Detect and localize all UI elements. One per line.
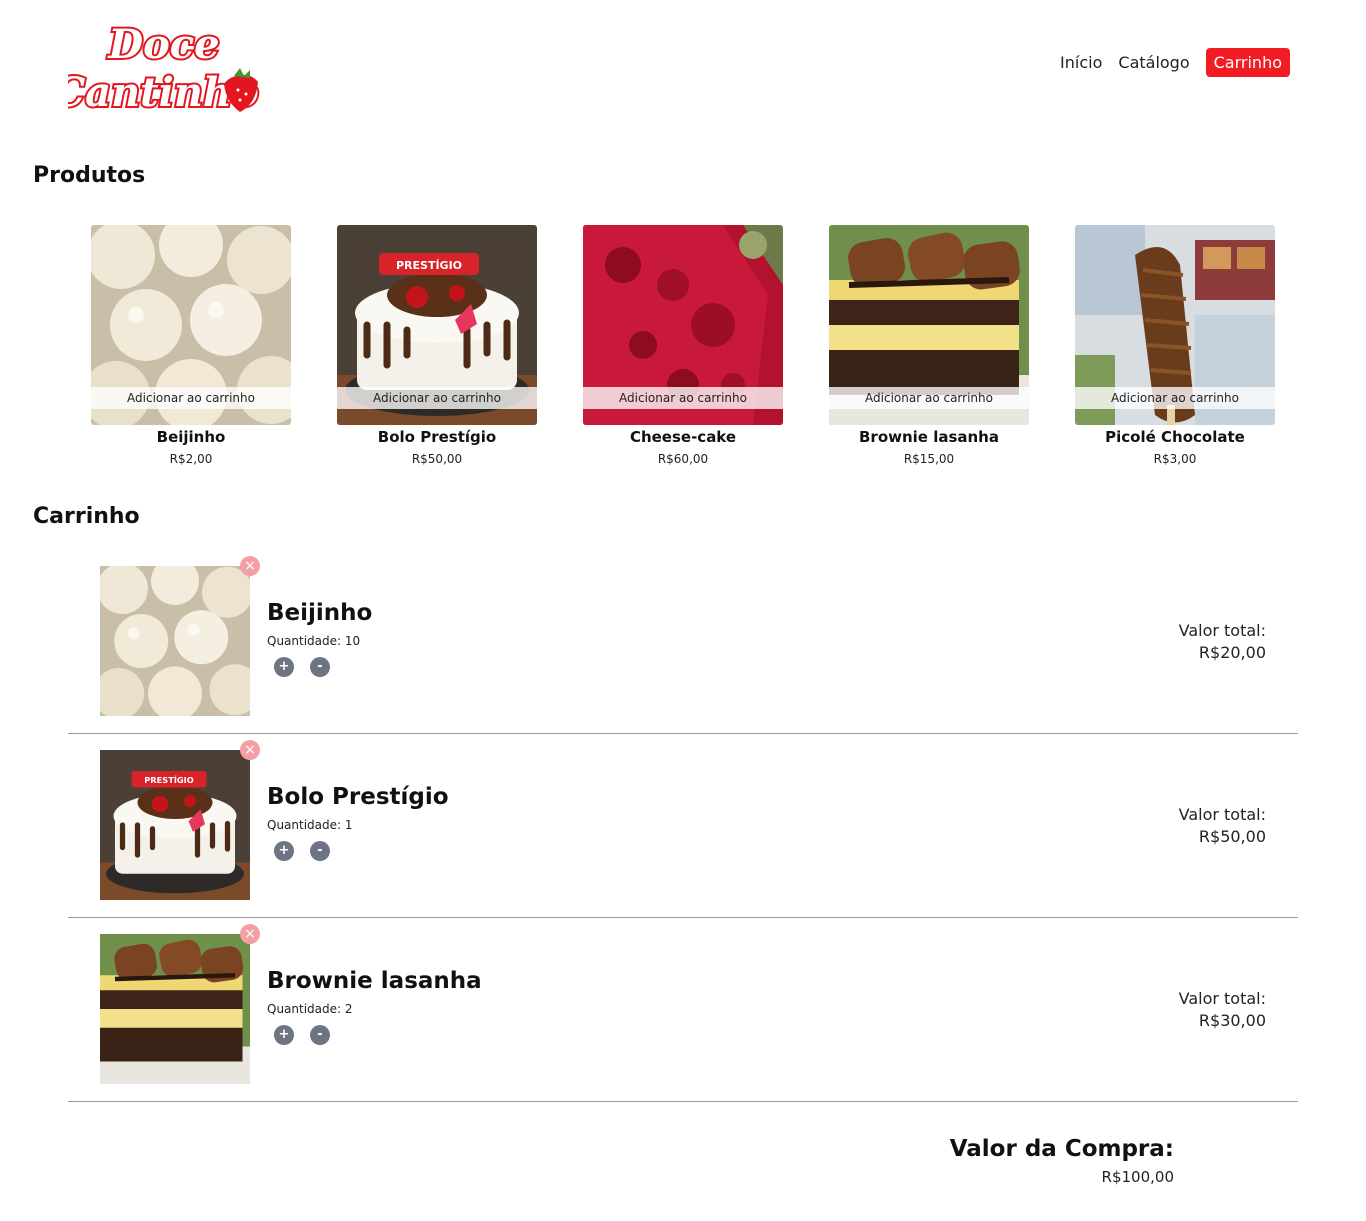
total-label: Valor total: (1178, 621, 1266, 640)
decrease-quantity-button[interactable]: - (310, 841, 330, 861)
cart-item-quantity: Quantidade: 10 (267, 634, 361, 648)
total-value: R$50,00 (1198, 827, 1266, 846)
total-value: R$30,00 (1198, 1011, 1266, 1030)
increase-quantity-button[interactable]: + (274, 841, 294, 861)
cart-item-image (100, 934, 250, 1084)
add-to-cart-button[interactable]: Adicionar ao carrinho (829, 387, 1029, 409)
cart-item-total: Valor total: R$50,00 (1179, 804, 1266, 848)
add-to-cart-button[interactable]: Adicionar ao carrinho (337, 387, 537, 409)
product-price: R$3,00 (1153, 452, 1197, 466)
total-label: Valor total: (1178, 989, 1266, 1008)
brand-logo[interactable]: Doce Cantinho (68, 14, 268, 118)
cart-item-name: Beijinho (267, 600, 373, 626)
product-card: Adicionar ao carrinho Cheese-cake R$60,0… (583, 225, 783, 466)
increase-quantity-button[interactable]: + (274, 657, 294, 677)
cart-item-total: Valor total: R$20,00 (1179, 620, 1266, 664)
product-price: R$2,00 (169, 452, 213, 466)
cart-item-name: Brownie lasanha (267, 968, 482, 994)
cart-item: × Bolo Prestígio Quantidade: 1 + - Valor… (68, 734, 1298, 918)
nav-carrinho[interactable]: Carrinho (1205, 48, 1290, 77)
total-label: Valor total: (1178, 805, 1266, 824)
product-grid: Adicionar ao carrinho Beijinho R$2,00 Ad… (91, 225, 1275, 466)
product-name: Cheese-cake (629, 428, 737, 446)
add-to-cart-button[interactable]: Adicionar ao carrinho (1075, 387, 1275, 409)
increase-quantity-button[interactable]: + (274, 1025, 294, 1045)
nav-inicio[interactable]: Início (1060, 53, 1102, 72)
cart-item-quantity: Quantidade: 1 (267, 818, 353, 832)
cart-item-name: Bolo Prestígio (267, 784, 449, 810)
product-image: Adicionar ao carrinho (91, 225, 291, 425)
nav-catalogo[interactable]: Catálogo (1118, 53, 1189, 72)
product-card: Adicionar ao carrinho Picolé Chocolate R… (1075, 225, 1275, 466)
purchase-total-label: Valor da Compra: (949, 1136, 1174, 1162)
product-name: Bolo Prestígio (377, 428, 497, 446)
purchase-total-value: R$100,00 (1101, 1168, 1174, 1186)
main-nav: Início Catálogo Carrinho (1060, 48, 1290, 77)
remove-item-icon[interactable]: × (240, 740, 260, 760)
cart-item-total: Valor total: R$30,00 (1179, 988, 1266, 1032)
purchase-summary: Valor da Compra: R$100,00 (950, 1136, 1174, 1186)
cart-item-image (100, 750, 250, 900)
product-image: Adicionar ao carrinho (583, 225, 783, 425)
remove-item-icon[interactable]: × (240, 924, 260, 944)
cart-item-quantity: Quantidade: 2 (267, 1002, 353, 1016)
product-price: R$15,00 (903, 452, 955, 466)
decrease-quantity-button[interactable]: - (310, 657, 330, 677)
product-card: Adicionar ao carrinho Brownie lasanha R$… (829, 225, 1029, 466)
product-name: Picolé Chocolate (1105, 428, 1245, 446)
logo-line1: Doce (107, 21, 219, 68)
add-to-cart-button[interactable]: Adicionar ao carrinho (91, 387, 291, 409)
product-card: Adicionar ao carrinho Bolo Prestígio R$5… (337, 225, 537, 466)
cart-heading: Carrinho (33, 504, 140, 529)
cart-item-image (100, 566, 250, 716)
product-name: Beijinho (156, 428, 226, 446)
remove-item-icon[interactable]: × (240, 556, 260, 576)
decrease-quantity-button[interactable]: - (310, 1025, 330, 1045)
product-name: Brownie lasanha (858, 428, 999, 446)
product-image: Adicionar ao carrinho (829, 225, 1029, 425)
cart-list: × Beijinho Quantidade: 10 + - Valor tota… (68, 550, 1298, 1102)
product-price: R$50,00 (411, 452, 463, 466)
product-image: Adicionar ao carrinho (337, 225, 537, 425)
product-price: R$60,00 (657, 452, 709, 466)
product-image: Adicionar ao carrinho (1075, 225, 1275, 425)
product-card: Adicionar ao carrinho Beijinho R$2,00 (91, 225, 291, 466)
products-heading: Produtos (33, 163, 146, 188)
cart-item: × Beijinho Quantidade: 10 + - Valor tota… (68, 550, 1298, 734)
total-value: R$20,00 (1198, 643, 1266, 662)
add-to-cart-button[interactable]: Adicionar ao carrinho (583, 387, 783, 409)
cart-item: × Brownie lasanha Quantidade: 2 + - Valo… (68, 918, 1298, 1102)
